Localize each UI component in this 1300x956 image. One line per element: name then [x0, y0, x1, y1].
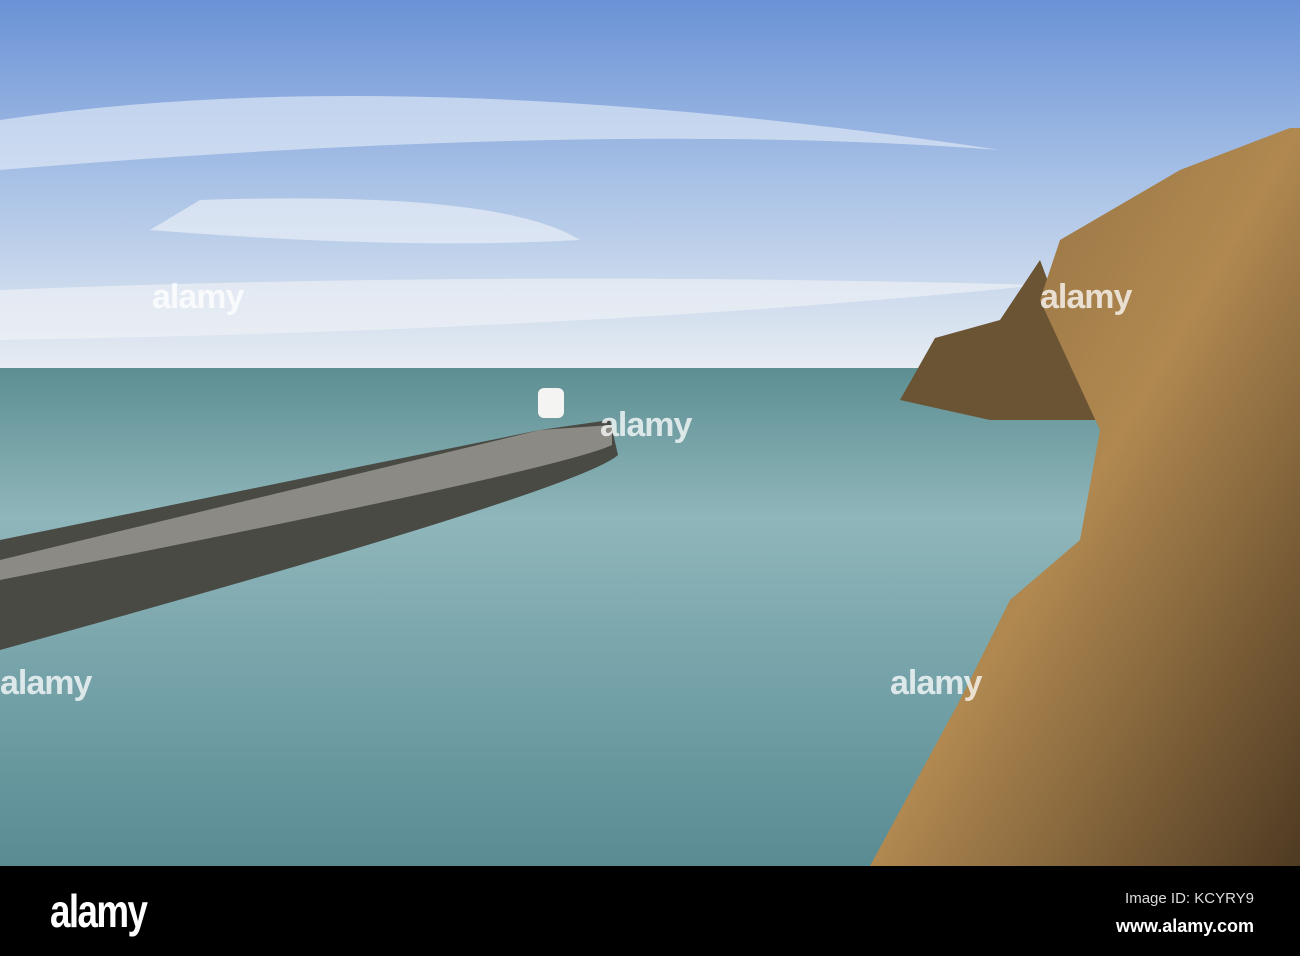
watermark: alamy	[0, 664, 92, 702]
website-link: www.alamy.com	[1115, 916, 1254, 936]
footer-bar: alamy Image ID: KCYRY9 www.alamy.com	[0, 866, 1300, 956]
watermark: alamy	[890, 664, 982, 702]
image-id: Image ID: KCYRY9	[1125, 890, 1254, 907]
photo: alamy alamy alamy alamy alamy	[0, 0, 1300, 866]
alamy-logo: alamy	[50, 885, 148, 937]
watermark: alamy	[152, 278, 244, 316]
watermark: alamy	[600, 406, 692, 444]
lighthouse	[538, 388, 564, 418]
watermark: alamy	[1040, 278, 1132, 316]
